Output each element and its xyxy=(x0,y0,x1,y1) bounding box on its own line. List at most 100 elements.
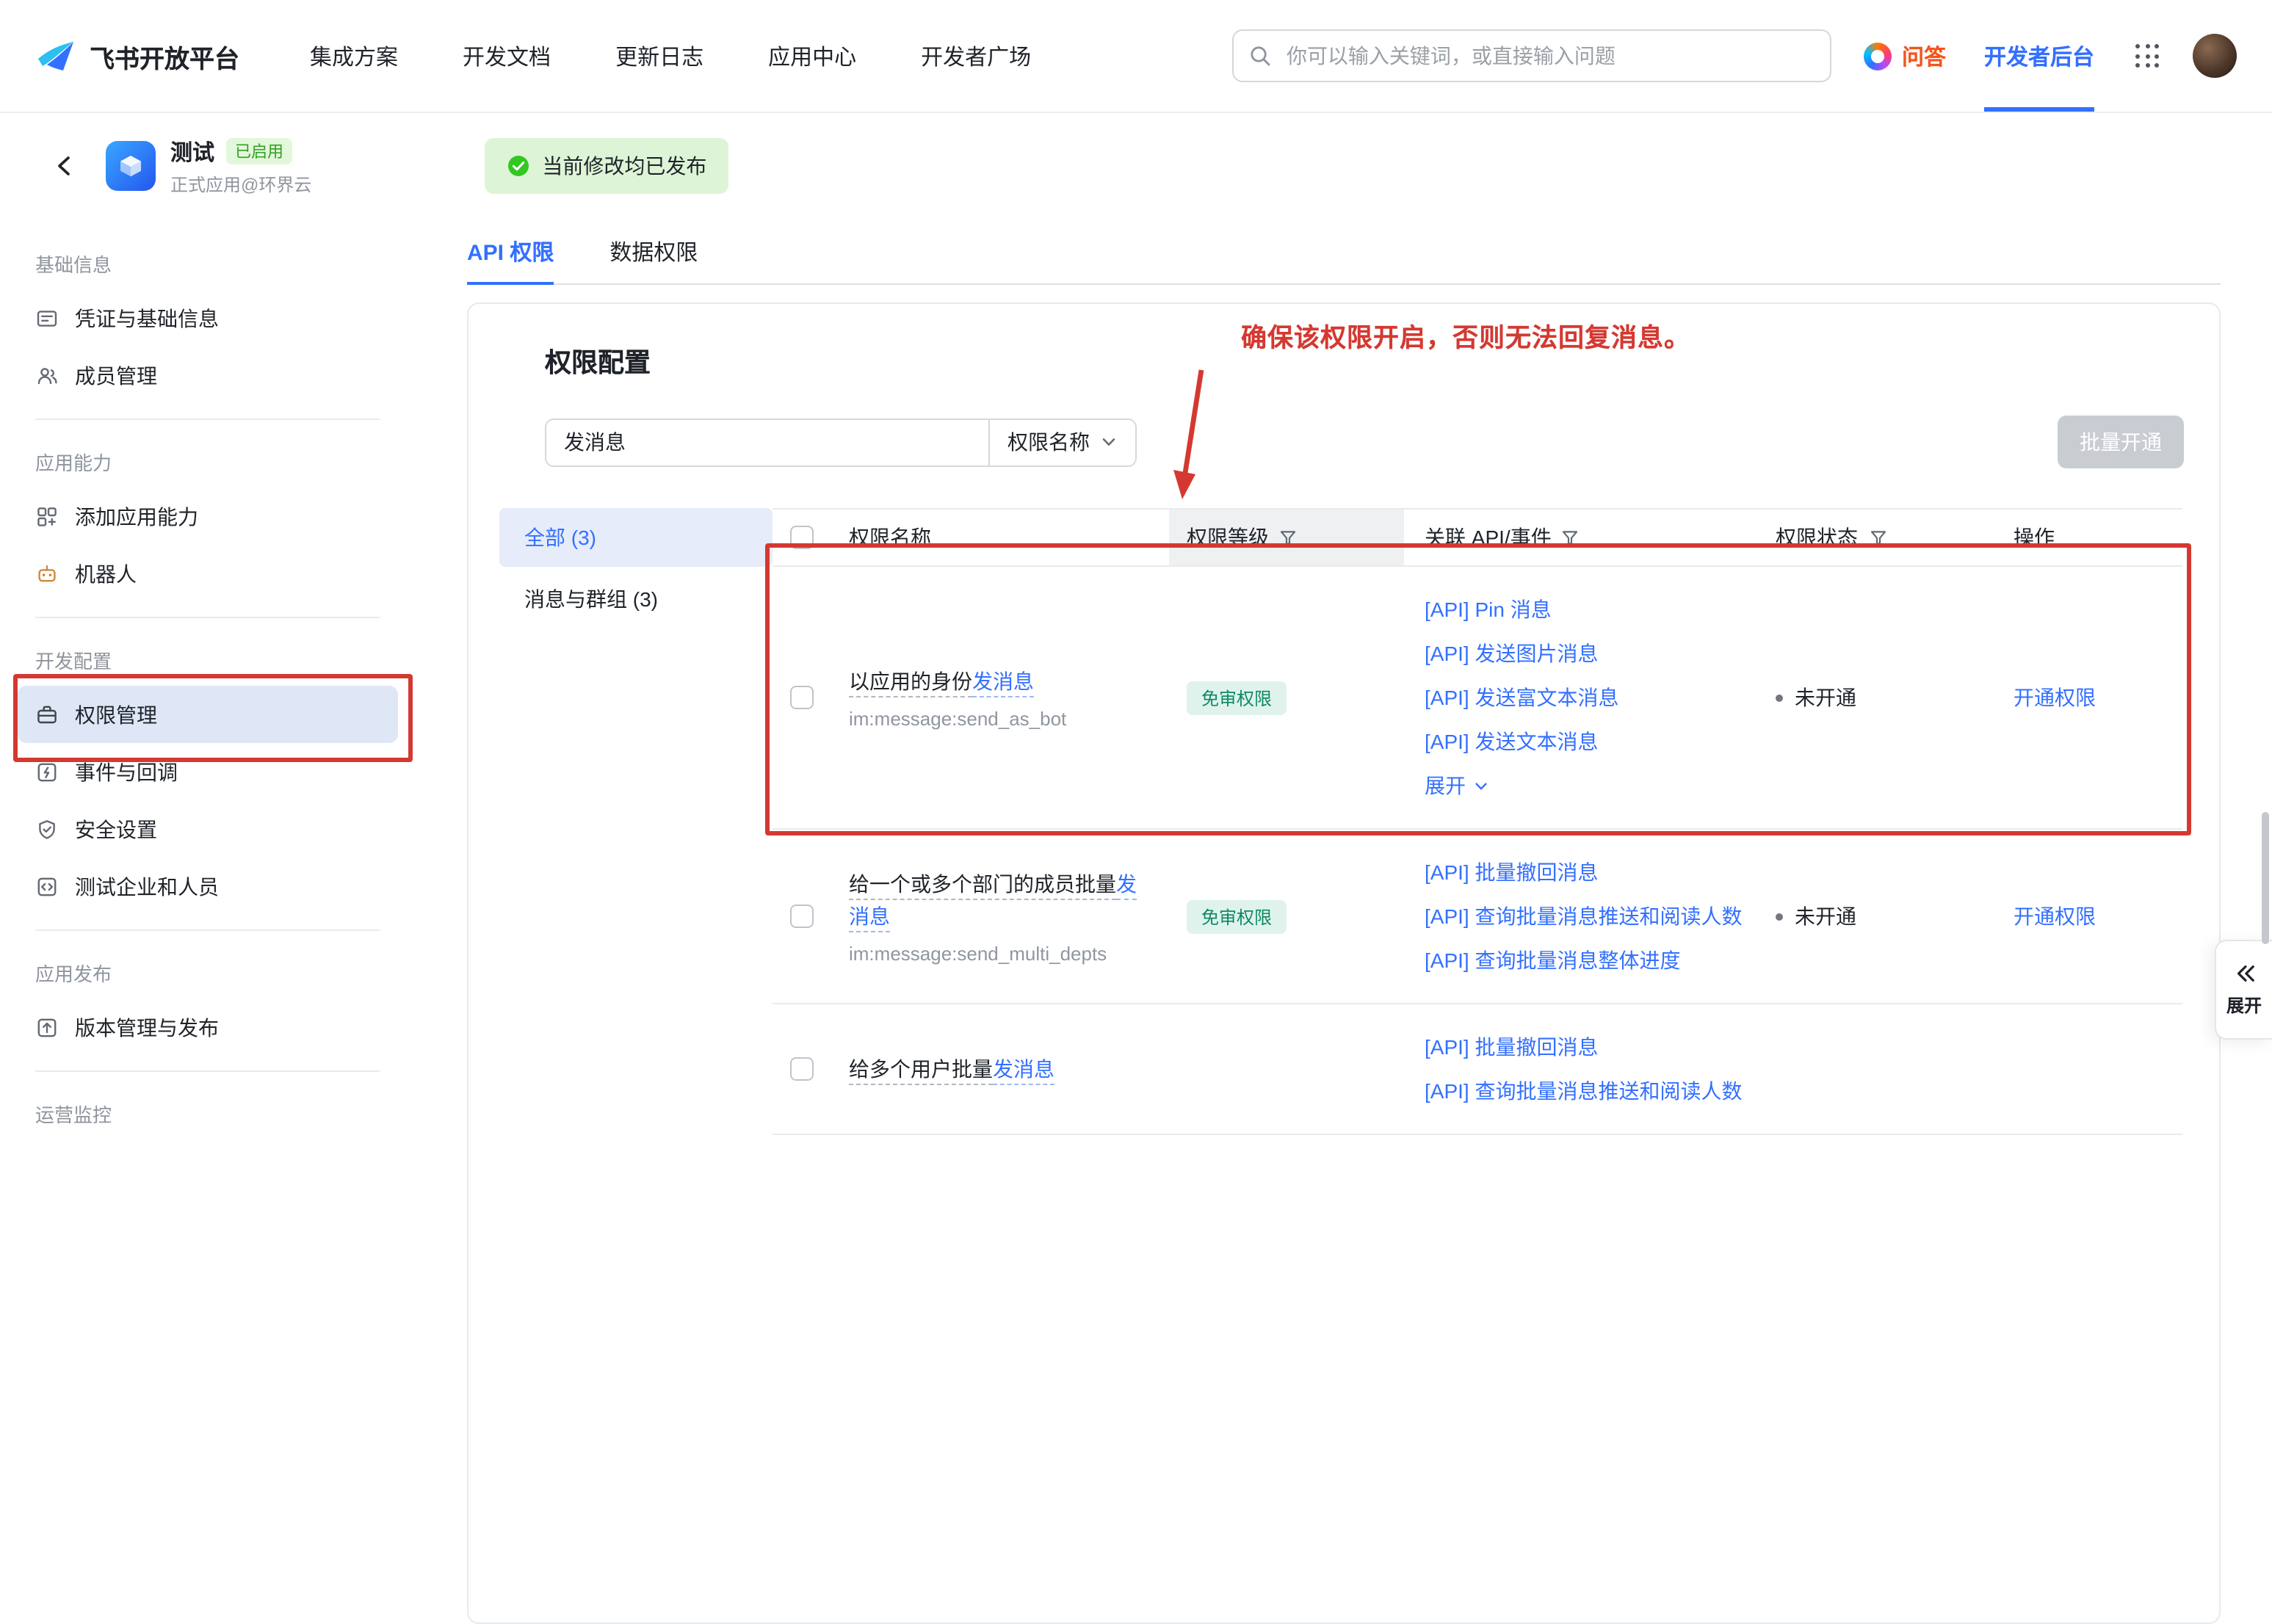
filter-funnel-icon[interactable] xyxy=(1279,529,1297,546)
api-link[interactable]: [API] 发送文本消息 xyxy=(1425,719,1764,764)
back-button[interactable] xyxy=(44,145,85,186)
column-level-label: 权限等级 xyxy=(1187,523,1269,552)
sidebar-divider xyxy=(35,1070,380,1072)
sidebar-item-label: 机器人 xyxy=(75,559,137,588)
app-meta: 测试 已启用 正式应用@环界云 xyxy=(170,136,311,196)
status-text: 未开通 xyxy=(1795,902,1856,931)
tab-api-permission[interactable]: API 权限 xyxy=(467,219,554,283)
developer-console-tab[interactable]: 开发者后台 xyxy=(1984,0,2094,112)
api-link[interactable]: [API] 发送富文本消息 xyxy=(1425,675,1764,719)
search-field-select[interactable]: 权限名称 xyxy=(988,419,1135,465)
row-checkbox[interactable] xyxy=(790,905,814,928)
sidebar: 基础信息 凭证与基础信息 成员管理 应用能力 xyxy=(0,219,416,1139)
sidebar-item-version[interactable]: 版本管理与发布 xyxy=(18,998,398,1056)
api-link[interactable]: [API] Pin 消息 xyxy=(1425,587,1764,631)
expand-side-panel-button[interactable]: 展开 xyxy=(2215,940,2272,1040)
credential-icon xyxy=(35,306,59,330)
app-name: 测试 xyxy=(170,136,214,167)
app-header: 测试 已启用 正式应用@环界云 当前修改均已发布 xyxy=(0,113,2272,219)
sidebar-divider xyxy=(35,418,380,420)
app-enabled-badge: 已启用 xyxy=(226,138,292,164)
category-message-group[interactable]: 消息与群组 (3) xyxy=(499,570,773,628)
user-avatar[interactable] xyxy=(2193,34,2237,78)
bot-icon xyxy=(35,562,59,585)
table-row: 以应用的身份发消息 im:message:send_as_bot 免审权限 [A… xyxy=(773,567,2182,830)
row-checkbox[interactable] xyxy=(790,686,814,709)
chevron-down-icon xyxy=(1473,777,1489,794)
table-header: 权限名称 权限等级 关联 API/事件 xyxy=(773,508,2182,567)
sidebar-item-label: 成员管理 xyxy=(75,360,157,390)
permission-card: 权限配置 权限名称 批量开通 全 xyxy=(467,302,2221,1624)
sidebar-divider xyxy=(35,929,380,931)
permission-name-text: 给多个用户批量 xyxy=(849,1057,993,1085)
category-all[interactable]: 全部 (3) xyxy=(499,508,773,567)
sidebar-item-bot[interactable]: 机器人 xyxy=(18,545,398,602)
level-badge: 免审权限 xyxy=(1187,899,1287,933)
sidebar-divider xyxy=(35,617,380,618)
sidebar-section-dev-config: 开发配置 xyxy=(0,633,416,686)
batch-open-button[interactable]: 批量开通 xyxy=(2058,416,2184,468)
shield-icon xyxy=(35,817,59,841)
panel-body: 全部 (3) 消息与群组 (3) 权限名称 权限等级 xyxy=(499,508,2182,1135)
api-list: [API] Pin 消息 [API] 发送图片消息 [API] 发送富文本消息 … xyxy=(1404,587,1764,808)
api-link[interactable]: [API] 查询批量消息整体进度 xyxy=(1425,938,1764,982)
permission-tabs: API 权限 数据权限 xyxy=(467,219,2221,285)
nav-item-devsquare[interactable]: 开发者广场 xyxy=(921,40,1031,71)
status-dot xyxy=(1776,694,1783,701)
api-link[interactable]: [API] 批量撤回消息 xyxy=(1425,1025,1764,1069)
sidebar-item-label: 测试企业和人员 xyxy=(75,871,219,901)
api-link[interactable]: [API] 查询批量消息推送和阅读人数 xyxy=(1425,894,1764,938)
search-input[interactable] xyxy=(1232,29,1831,82)
tab-data-permission[interactable]: 数据权限 xyxy=(609,219,698,283)
qa-entry[interactable]: 问答 xyxy=(1864,40,1946,71)
column-api: 关联 API/事件 xyxy=(1404,523,1764,552)
sidebar-item-credentials[interactable]: 凭证与基础信息 xyxy=(18,289,398,347)
permission-name-text: 以应用的身份 xyxy=(849,670,972,697)
open-permission-link[interactable]: 开通权限 xyxy=(2014,905,2096,928)
brand[interactable]: 飞书开放平台 xyxy=(35,35,239,76)
nav-item-appstore[interactable]: 应用中心 xyxy=(768,40,856,71)
top-navbar: 飞书开放平台 集成方案 开发文档 更新日志 应用中心 开发者广场 问答 开发者后… xyxy=(0,0,2272,113)
feishu-logo-icon xyxy=(35,35,76,76)
expand-apis-link[interactable]: 展开 xyxy=(1425,764,1764,808)
api-link[interactable]: [API] 批量撤回消息 xyxy=(1425,850,1764,894)
column-level: 权限等级 xyxy=(1169,510,1404,565)
filter-funnel-icon[interactable] xyxy=(1870,529,1887,546)
category-list: 全部 (3) 消息与群组 (3) xyxy=(499,508,773,628)
qa-gradient-icon xyxy=(1864,42,1892,70)
apps-grid-icon[interactable] xyxy=(2135,44,2159,68)
open-permission-link[interactable]: 开通权限 xyxy=(2014,686,2096,709)
sidebar-item-test-corp[interactable]: 测试企业和人员 xyxy=(18,858,398,915)
search-icon xyxy=(1248,44,1272,68)
sidebar-item-security[interactable]: 安全设置 xyxy=(18,800,398,858)
app-subtitle: 正式应用@环界云 xyxy=(170,171,311,196)
vertical-scrollbar-thumb[interactable] xyxy=(2262,812,2269,944)
nav-item-docs[interactable]: 开发文档 xyxy=(463,40,551,71)
permission-search-input[interactable] xyxy=(546,419,988,465)
permission-name: 给多个用户批量发消息 xyxy=(849,1053,1143,1085)
row-checkbox[interactable] xyxy=(790,1057,814,1081)
sidebar-item-permissions[interactable]: 权限管理 xyxy=(18,686,398,743)
page-root: 飞书开放平台 集成方案 开发文档 更新日志 应用中心 开发者广场 问答 开发者后… xyxy=(0,0,2272,1132)
api-link[interactable]: [API] 发送图片消息 xyxy=(1425,631,1764,675)
nav-item-changelog[interactable]: 更新日志 xyxy=(615,40,703,71)
api-link[interactable]: [API] 查询批量消息推送和阅读人数 xyxy=(1425,1069,1764,1113)
members-icon xyxy=(35,363,59,387)
sidebar-item-events[interactable]: 事件与回调 xyxy=(18,743,398,800)
chevron-left-icon xyxy=(50,151,79,181)
select-all-checkbox[interactable] xyxy=(790,526,814,549)
column-api-label: 关联 API/事件 xyxy=(1425,523,1552,552)
sidebar-section-capabilities: 应用能力 xyxy=(0,435,416,487)
expand-side-panel-label: 展开 xyxy=(2226,992,2262,1017)
filter-funnel-icon[interactable] xyxy=(1562,529,1580,546)
permission-name-highlight: 发消息 xyxy=(972,670,1034,697)
nav-item-integration[interactable]: 集成方案 xyxy=(310,40,398,71)
check-circle-icon xyxy=(507,154,530,178)
sidebar-item-members[interactable]: 成员管理 xyxy=(18,347,398,404)
permission-icon xyxy=(35,703,59,726)
sidebar-item-add-capability[interactable]: 添加应用能力 xyxy=(18,487,398,545)
level-badge: 免审权限 xyxy=(1187,681,1287,714)
event-callback-icon xyxy=(35,760,59,783)
permission-name: 给一个或多个部门的成员批量发消息 xyxy=(849,868,1143,932)
panel-title: 权限配置 xyxy=(545,342,2219,380)
